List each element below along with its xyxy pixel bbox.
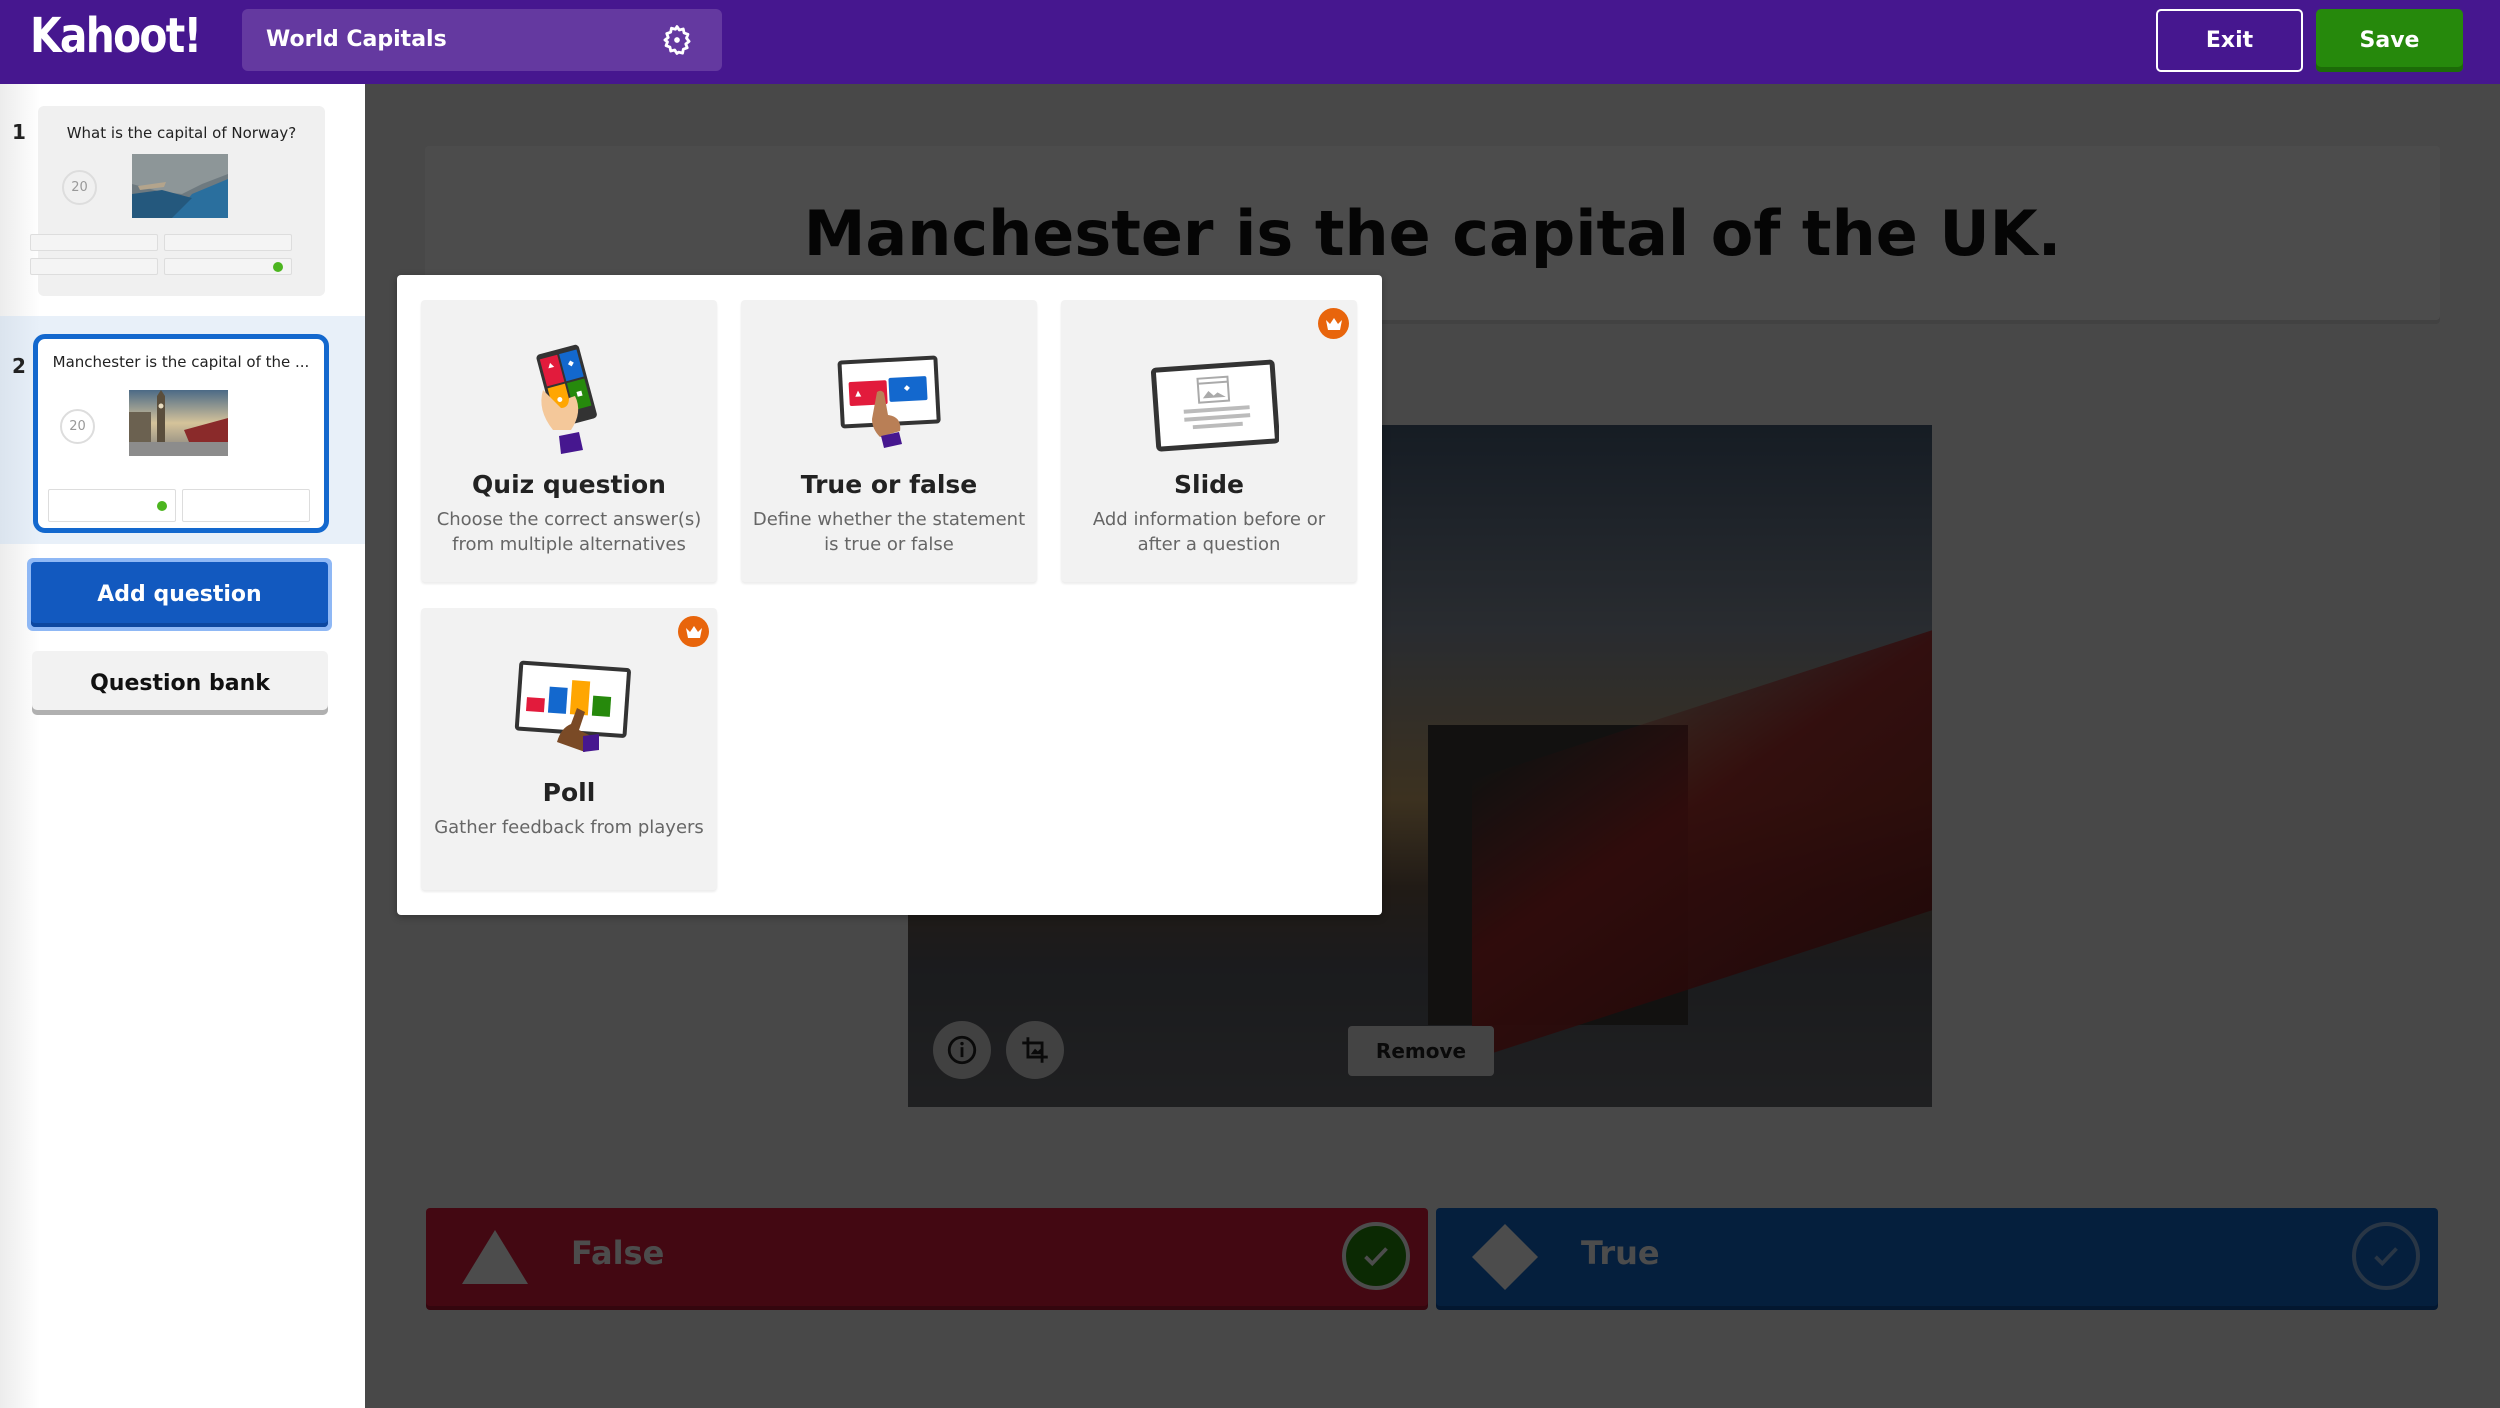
question-type-description: Add information before or after a questi… (1092, 509, 1326, 555)
sidebar-question-1[interactable]: 1 What is the capital of Norway? 20 (0, 84, 365, 314)
gear-icon[interactable] (660, 23, 694, 57)
question-type-name: True or false (800, 470, 978, 499)
correct-indicator-dot (273, 261, 283, 272)
kahoot-title: World Capitals (266, 27, 447, 52)
add-question-button[interactable]: Add question (27, 558, 332, 631)
fjord-image (132, 154, 228, 218)
question-number: 2 (12, 354, 26, 378)
premium-badge (1318, 308, 1349, 339)
question-type-poll[interactable]: Poll Gather feedback from players (421, 608, 717, 890)
crown-icon (685, 625, 702, 638)
question-thumbnail-card[interactable]: What is the capital of Norway? 20 (30, 106, 325, 296)
london-image (129, 390, 228, 456)
answer-slot-correct (164, 258, 292, 275)
question-type-description: Choose the correct answer(s) from multip… (436, 509, 702, 555)
correct-indicator-dot (157, 500, 167, 511)
question-type-true-false[interactable]: True or false Define whether the stateme… (741, 300, 1037, 582)
top-bar: Kahoot! World Capitals Exit Save (0, 0, 2500, 84)
question-thumbnail-card-selected[interactable]: Manchester is the capital of the ... 20 (33, 334, 329, 533)
kahoot-logo[interactable]: Kahoot! (30, 8, 202, 64)
quiz-phone-illustration (536, 344, 597, 454)
question-list-sidebar: 1 What is the capital of Norway? 20 2 Ma… (0, 84, 365, 1408)
slide-tablet-illustration (1150, 359, 1279, 452)
answer-slot (182, 489, 310, 522)
question-type-quiz[interactable]: Quiz question Choose the correct answer(… (421, 300, 717, 582)
question-type-name: Quiz question (472, 470, 666, 499)
save-button[interactable]: Save (2316, 9, 2463, 72)
answer-slot (30, 258, 158, 275)
answer-slot (30, 234, 158, 251)
crown-icon (1325, 317, 1342, 330)
sidebar-question-2[interactable]: 2 Manchester is the capital of the ... 2… (0, 316, 365, 544)
question-type-description: Define whether the statement is true or … (752, 509, 1026, 555)
true-false-tablet-illustration (837, 355, 941, 448)
question-type-description: Gather feedback from players (434, 817, 704, 838)
time-limit-badge: 20 (62, 170, 97, 205)
question-type-name: Slide (1174, 470, 1244, 499)
answer-slot (164, 234, 292, 251)
time-limit-badge: 20 (60, 409, 95, 444)
question-type-name: Poll (542, 778, 596, 807)
poll-chart-illustration (514, 660, 631, 752)
question-bank-button[interactable]: Question bank (32, 651, 328, 715)
question-text: What is the capital of Norway? (66, 124, 297, 142)
question-type-modal: Quiz question Choose the correct answer(… (397, 275, 1382, 915)
exit-button[interactable]: Exit (2156, 9, 2303, 72)
premium-badge (678, 616, 709, 647)
question-number: 1 (12, 120, 26, 144)
question-type-slide[interactable]: Slide Add information before or after a … (1061, 300, 1357, 582)
answer-slot-correct (48, 489, 176, 522)
question-text: Manchester is the capital of the ... (52, 353, 310, 371)
add-question-label: Add question (31, 562, 328, 627)
kahoot-title-settings-button[interactable]: World Capitals (242, 9, 722, 71)
